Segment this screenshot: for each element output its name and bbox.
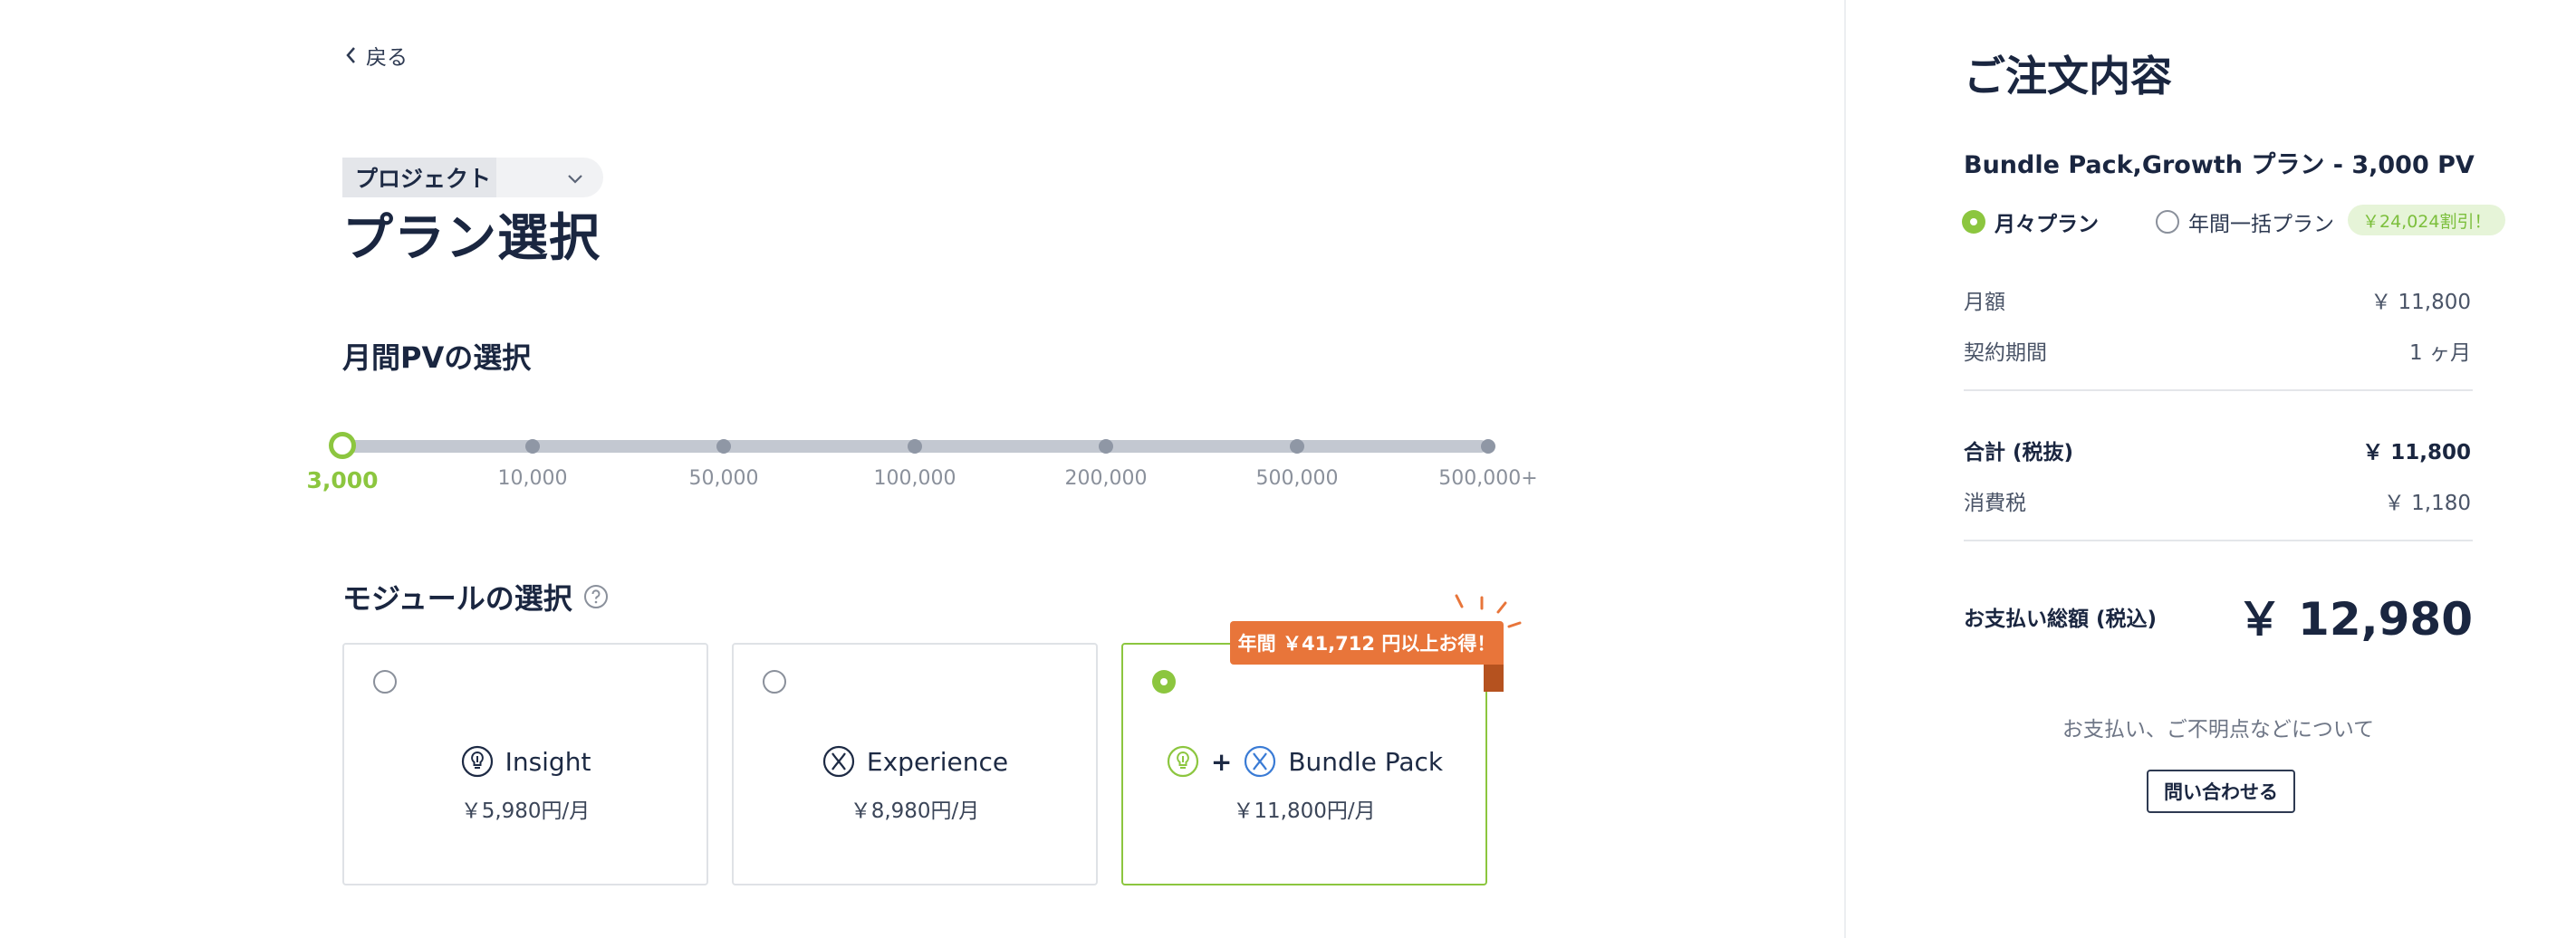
module-name: Insight <box>344 744 706 779</box>
experience-icon <box>1245 745 1276 778</box>
subtotal-row: 合計 (税抜) ￥ 11,800 <box>1964 435 2471 465</box>
pv-option-label[interactable]: 50,000 <box>651 467 796 490</box>
pv-option-label[interactable]: 3,000 <box>270 467 415 493</box>
monthly-value: ￥ 11,800 <box>2370 291 2471 314</box>
module-section-label: モジュールの選択 <box>342 581 572 616</box>
module-price: ￥11,800円/月 <box>1233 799 1376 823</box>
module-name-label: Experience <box>866 746 1009 777</box>
module-name: + Bundle Pack <box>1123 744 1485 779</box>
subtotal-label: 合計 (税抜) <box>1964 441 2074 464</box>
discount-badge: ￥24,024割引！ <box>2348 205 2506 235</box>
subtotal-value: ￥ 11,800 <box>2362 441 2471 464</box>
total-label: お支払い総額 (税込) <box>1964 608 2158 631</box>
pv-slider-handle[interactable] <box>329 432 356 459</box>
experience-icon <box>822 745 855 778</box>
chevron-down-icon <box>568 175 582 184</box>
period-value: 1 ヶ月 <box>2409 341 2471 365</box>
pv-option-label[interactable]: 100,000 <box>842 467 987 490</box>
module-price: ￥5,980円/月 <box>460 799 591 823</box>
ribbon-fold <box>1484 665 1504 692</box>
tax-row: 消費税 ￥ 1,180 <box>1964 485 2471 516</box>
pv-option-label[interactable]: 500,000+ <box>1416 467 1561 490</box>
back-link[interactable]: 戻る <box>344 40 408 71</box>
billing-radio[interactable] <box>2156 210 2179 234</box>
monthly-label: 月額 <box>1964 291 2005 314</box>
monthly-row: 月額 ￥ 11,800 <box>1964 284 2471 315</box>
pv-slider-stop[interactable] <box>908 439 922 454</box>
module-radio[interactable] <box>763 670 786 694</box>
module-section-title: モジュールの選択 <box>342 576 609 617</box>
pv-option-label[interactable]: 500,000 <box>1225 467 1370 490</box>
module-name-label: Bundle Pack <box>1288 746 1444 777</box>
divider <box>1964 389 2473 391</box>
module-name-label: Insight <box>505 746 591 777</box>
page-title: プラン選択 <box>342 209 601 268</box>
tax-value: ￥ 1,180 <box>2383 492 2471 515</box>
module-radio[interactable] <box>373 670 397 694</box>
project-select[interactable]: プロジェクト <box>342 158 603 197</box>
insight-icon <box>1167 745 1198 778</box>
billing-option-label: 月々プラン <box>1994 213 2099 236</box>
period-row: 契約期間 1 ヶ月 <box>1964 335 2471 366</box>
billing-radio-selected[interactable] <box>1962 210 1985 234</box>
sparkle-icon <box>1455 594 1522 628</box>
module-card-insight[interactable]: Insight ￥5,980円/月 <box>342 643 708 885</box>
question-text: お支払い、ご不明点などについて <box>2062 718 2375 742</box>
tax-label: 消費税 <box>1964 492 2026 515</box>
total-value: ￥ 12,980 <box>2236 593 2473 646</box>
plus-sign: + <box>1210 746 1233 777</box>
pv-section-title: 月間PVの選択 <box>342 340 532 375</box>
pv-slider-stop[interactable] <box>1290 439 1304 454</box>
period-label: 契約期間 <box>1964 341 2047 365</box>
module-radio-selected[interactable] <box>1152 670 1176 694</box>
pv-slider-stop[interactable] <box>1481 439 1495 454</box>
module-name: Experience <box>734 744 1096 779</box>
order-plan-name: Bundle Pack,Growth プラン - 3,000 PV <box>1964 151 2475 179</box>
panel-divider <box>1844 0 1846 938</box>
help-icon[interactable] <box>583 584 609 609</box>
pv-slider-stop[interactable] <box>525 439 540 454</box>
module-card-bundle[interactable]: + Bundle Pack ￥11,800円/月 <box>1121 643 1487 885</box>
pv-slider-stop[interactable] <box>1099 439 1113 454</box>
divider <box>1964 540 2473 541</box>
pv-option-label[interactable]: 10,000 <box>460 467 605 490</box>
module-card-experience[interactable]: Experience ￥8,980円/月 <box>732 643 1098 885</box>
back-label: 戻る <box>366 46 408 70</box>
contact-button[interactable]: 問い合わせる <box>2147 770 2295 813</box>
insight-icon <box>461 745 493 778</box>
pv-slider-stop[interactable] <box>716 439 731 454</box>
billing-option-monthly[interactable]: 月々プラン <box>1962 206 2099 237</box>
project-label: プロジェクト <box>342 158 496 197</box>
chevron-left-icon <box>346 47 355 63</box>
module-price: ￥8,980円/月 <box>850 799 980 823</box>
pv-option-label[interactable]: 200,000 <box>1033 467 1178 490</box>
order-title: ご注文内容 <box>1964 52 2172 100</box>
billing-option-label: 年間一括プラン <box>2188 213 2334 236</box>
billing-option-annual[interactable]: 年間一括プラン <box>2156 206 2334 237</box>
